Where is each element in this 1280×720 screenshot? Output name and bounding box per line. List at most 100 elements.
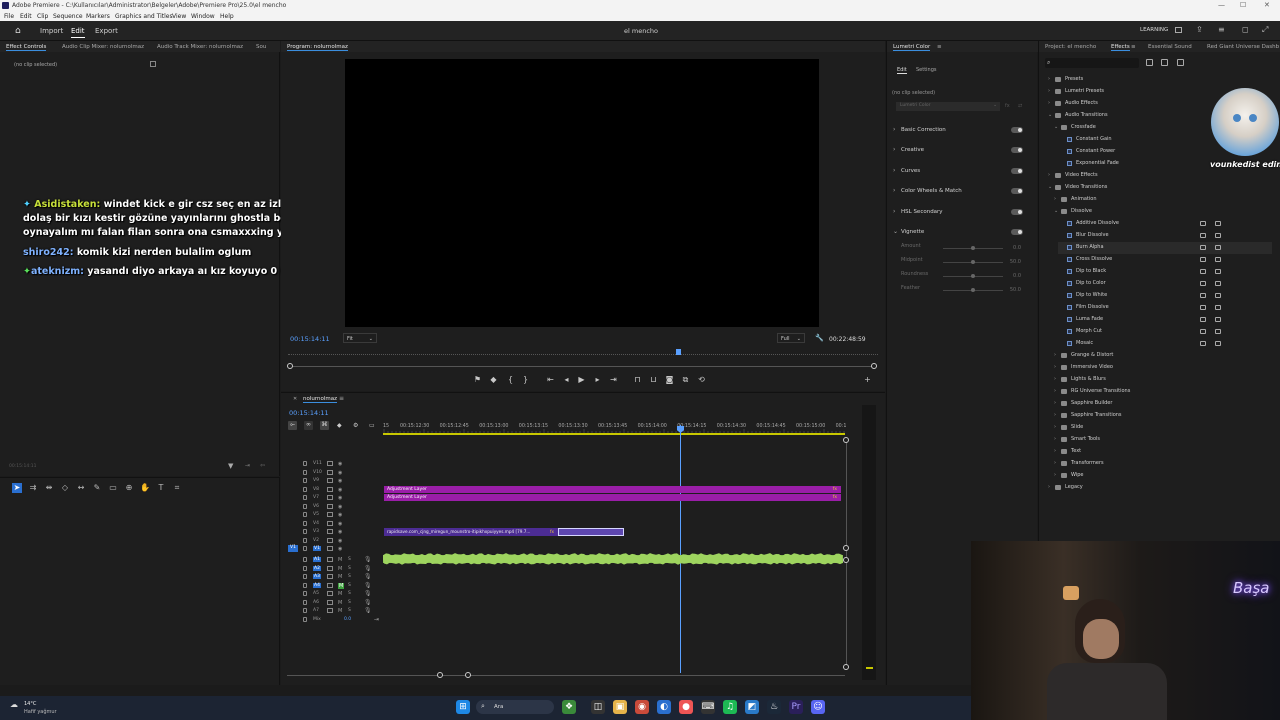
effects-item-animation[interactable]: › Animation xyxy=(1052,194,1272,206)
track-header-a5[interactable]: A5 M S 🎙 xyxy=(284,590,380,598)
audio-waveform[interactable] xyxy=(383,552,843,566)
film-icon[interactable] xyxy=(327,503,333,509)
panel-menu-icon[interactable] xyxy=(150,61,156,67)
snap-icon[interactable]: ⟜ xyxy=(288,421,297,430)
hand-icon[interactable]: ✋ xyxy=(140,483,150,493)
effects-item-slide[interactable]: › Slide xyxy=(1052,422,1272,434)
tab-effects[interactable]: Effects xyxy=(1111,44,1130,51)
effects-item-transformers[interactable]: › Transformers xyxy=(1052,458,1272,470)
track-header-v2[interactable]: V2 ◉ xyxy=(284,537,380,545)
panel-menu-icon[interactable]: ≡ xyxy=(1131,44,1136,50)
loop-icon[interactable]: ⟲ xyxy=(697,375,706,384)
scroll-end-handle[interactable] xyxy=(871,363,877,369)
track-header-v1[interactable]: V1 V1 ◉ xyxy=(284,545,380,553)
home-icon[interactable]: ⌂ xyxy=(15,26,21,36)
lock-icon[interactable] xyxy=(303,461,307,466)
selection-tool-icon[interactable]: ➤ xyxy=(12,483,22,493)
mic-icon[interactable]: 🎙 xyxy=(364,556,372,563)
vignette-roundness[interactable]: Roundness 0.0 xyxy=(901,271,1025,281)
section-curves[interactable]: › Curves xyxy=(893,165,1025,177)
effects-item-video-transitions[interactable]: ⌄ Video Transitions xyxy=(1046,182,1272,194)
chevron-right-icon[interactable]: › xyxy=(1048,100,1050,106)
slider-knob[interactable] xyxy=(971,288,975,292)
video-clip-tail[interactable] xyxy=(558,528,624,536)
effects-item-immersive-video[interactable]: › Immersive Video xyxy=(1052,362,1272,374)
lock-icon[interactable] xyxy=(303,495,307,500)
close-tab-icon[interactable]: ✕ xyxy=(293,396,297,402)
slip-icon[interactable]: ↔ xyxy=(76,483,86,493)
chevron-right-icon[interactable]: › xyxy=(1048,88,1050,94)
mic-icon[interactable]: 🎙 xyxy=(364,582,372,589)
film-icon[interactable] xyxy=(327,546,333,551)
tab-essential-sound[interactable]: Essential Sound xyxy=(1148,44,1192,50)
effects-item-legacy[interactable]: › Legacy xyxy=(1046,482,1272,494)
effects-item-sapphire-builder[interactable]: › Sapphire Builder xyxy=(1052,398,1272,410)
notifications-icon[interactable]: ◻ xyxy=(1242,25,1249,34)
zoom-icon[interactable]: ⊕ xyxy=(124,483,134,493)
ripple-edit-icon[interactable]: ⇹ xyxy=(44,483,54,493)
sync-lock-icon[interactable] xyxy=(327,599,333,605)
effects-item-luma-fade[interactable]: Luma Fade xyxy=(1058,314,1272,326)
slider-knob[interactable] xyxy=(971,274,975,278)
mark-out-icon[interactable]: } xyxy=(521,375,530,384)
effects-item-mosaic[interactable]: Mosaic xyxy=(1058,338,1272,350)
chevron-right-icon[interactable]: › xyxy=(1048,172,1050,178)
export-icon[interactable]: ⇥ xyxy=(245,462,250,469)
extract-icon[interactable]: ⊔ xyxy=(649,375,658,384)
eye-icon[interactable]: ◉ xyxy=(338,478,342,484)
section-creative[interactable]: › Creative xyxy=(893,144,1025,156)
add-marker-icon[interactable]: ◆ xyxy=(489,375,498,384)
pen-icon[interactable]: ✎ xyxy=(92,483,102,493)
track-header-a4[interactable]: A4 M S 🎙 xyxy=(284,582,380,590)
video-canvas[interactable] xyxy=(345,59,819,327)
caption-icon[interactable]: ▭ xyxy=(369,422,375,429)
adjustment-layer-clip-2[interactable]: Adjustment Layer fx xyxy=(384,494,841,501)
eye-icon[interactable]: ◉ xyxy=(338,529,342,535)
eye-icon[interactable]: ◉ xyxy=(338,461,342,467)
eye-icon[interactable]: ◉ xyxy=(338,521,342,527)
mute-icon[interactable]: M xyxy=(338,591,342,597)
program-timecode[interactable]: 00:15:14:11 xyxy=(290,335,330,343)
film-icon[interactable] xyxy=(327,478,333,483)
track-select-icon[interactable]: ⇉ xyxy=(28,483,38,493)
eye-icon[interactable]: ◉ xyxy=(338,470,342,476)
mute-icon[interactable]: M xyxy=(338,566,342,572)
scroll-start-handle[interactable] xyxy=(287,363,293,369)
param-value[interactable]: 0.0 xyxy=(1013,245,1021,251)
menu-view[interactable]: View xyxy=(172,13,186,20)
lock-icon[interactable] xyxy=(303,557,307,562)
panel-menu-icon[interactable]: ≡ xyxy=(937,44,942,50)
film-icon[interactable] xyxy=(327,469,333,475)
marker-icon[interactable]: ⚑ xyxy=(473,375,482,384)
track-header-v7[interactable]: V7 ◉ xyxy=(284,494,380,502)
video-clip[interactable]: rapidsave.com_cjng_miregun_mounstro-itip… xyxy=(384,528,558,536)
go-to-in-icon[interactable]: ⇤ xyxy=(546,375,555,384)
source-patch[interactable]: V1 xyxy=(288,545,298,552)
film-icon[interactable] xyxy=(327,529,333,534)
tab-program[interactable]: Program: nolurnolmaz xyxy=(287,44,348,51)
reset-icon[interactable]: ⇦ xyxy=(260,462,265,469)
chevron-right-icon[interactable]: › xyxy=(1054,400,1056,406)
sync-lock-icon[interactable] xyxy=(327,591,333,596)
adjustment-layer-clip-1[interactable]: Adjustment Layer fx xyxy=(384,486,841,493)
chevron-right-icon[interactable]: › xyxy=(1054,472,1056,478)
mic-icon[interactable]: 🎙 xyxy=(364,565,372,572)
chevron-down-icon[interactable]: ⌄ xyxy=(1054,124,1058,130)
param-value[interactable]: 50.0 xyxy=(1010,287,1021,293)
razor-icon[interactable]: ◇ xyxy=(60,483,70,493)
menu-file[interactable]: File xyxy=(4,13,14,20)
lock-icon[interactable] xyxy=(303,529,307,534)
mic-icon[interactable]: 🎙 xyxy=(364,573,372,580)
effects-item-lights-blurs[interactable]: › Lights & Blurs xyxy=(1052,374,1272,386)
toggle-switch[interactable] xyxy=(1011,229,1023,235)
lock-icon[interactable] xyxy=(303,591,307,596)
effects-item-smart-tools[interactable]: › Smart Tools xyxy=(1052,434,1272,446)
step-back-icon[interactable]: ◂ xyxy=(562,375,571,384)
timeline-h-scroll[interactable] xyxy=(287,675,845,676)
effects-item-additive-dissolve[interactable]: Additive Dissolve xyxy=(1058,218,1272,230)
effects-item-wipe[interactable]: › Wipe xyxy=(1052,470,1272,482)
lumetri-effect-dropdown[interactable]: Lumetri Color ⌄ xyxy=(896,102,1000,111)
film-icon[interactable] xyxy=(327,486,333,492)
rectangle-icon[interactable]: ▭ xyxy=(108,483,118,493)
compare-icon[interactable]: ⧉ xyxy=(681,375,690,384)
